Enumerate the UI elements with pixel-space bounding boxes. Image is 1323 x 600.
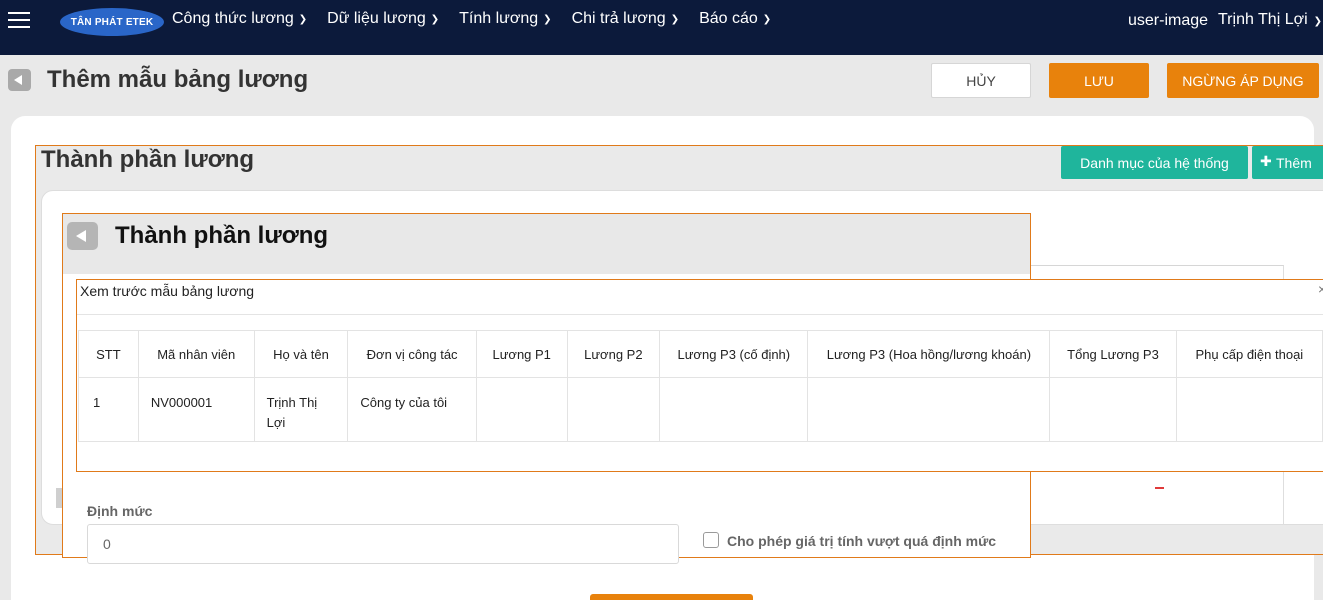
table-cell: [475, 377, 568, 442]
preview-title: Xem trước mẫu bảng lương: [80, 283, 255, 299]
menu-item-cong-thuc-luong[interactable]: Công thức lương ❯: [172, 10, 307, 28]
quota-input[interactable]: [87, 524, 679, 564]
chevron-down-icon: ❯: [762, 14, 772, 25]
column-header: Lương P3 (cố định): [659, 330, 809, 378]
menu-item-chi-tra-luong[interactable]: Chi trả lương ❯: [572, 10, 680, 28]
table-cell: Công ty của tôi: [347, 377, 477, 442]
stop-applying-button[interactable]: NGỪNG ÁP DỤNG: [1167, 63, 1319, 98]
menu-icon[interactable]: [8, 12, 30, 30]
back-icon[interactable]: [8, 69, 31, 91]
divider: [77, 314, 1323, 315]
dialog-title: Thành phần lương: [41, 146, 255, 173]
chevron-down-icon: ❯: [1313, 16, 1323, 27]
table-header-row: STT Mã nhân viên Họ và tên Đơn vị công t…: [78, 330, 1323, 378]
table-row: 1 NV000001 Trịnh Thị Lợi Công ty của tôi: [78, 377, 1323, 442]
chevron-down-icon: ❯: [298, 14, 308, 25]
table-cell: Trịnh Thị Lợi: [253, 377, 349, 442]
table-cell: [659, 377, 809, 442]
column-header: Đơn vị công tác: [347, 330, 477, 378]
preview-table: STT Mã nhân viên Họ và tên Đơn vị công t…: [78, 330, 1323, 442]
column-header: Lương P1: [475, 330, 568, 378]
column-header: Lương P2: [566, 330, 661, 378]
table-cell: [1049, 377, 1177, 442]
main-menu: Công thức lương ❯ Dữ liệu lương ❯ Tính lươ…: [172, 10, 791, 28]
menu-item-bao-cao[interactable]: Báo cáo ❯: [699, 10, 771, 28]
cancel-button[interactable]: HỦY: [931, 63, 1031, 98]
column-header: Tổng Lương P3: [1049, 330, 1177, 378]
table-cell: [807, 377, 1051, 442]
column-header: Mã nhân viên: [137, 330, 255, 378]
table-cell: [1175, 377, 1323, 442]
add-button[interactable]: ✚ Thêm: [1252, 146, 1323, 179]
save-button[interactable]: LƯU: [1049, 63, 1149, 98]
plus-icon: ✚: [1260, 153, 1272, 169]
required-mark: [1155, 487, 1164, 489]
user-menu[interactable]: Trịnh Thị Lợi ❯: [1218, 11, 1322, 29]
column-header: Phụ cấp điện thoại: [1175, 330, 1323, 378]
menu-item-tinh-luong[interactable]: Tính lương ❯: [459, 10, 551, 28]
page-title: Thêm mẫu bảng lương: [47, 66, 309, 93]
quota-label: Định mức: [87, 503, 153, 519]
user-avatar[interactable]: user-image: [1128, 12, 1208, 30]
company-logo[interactable]: TÂN PHÁT ETEK: [60, 8, 164, 36]
subdialog-title: Thành phần lương: [115, 222, 329, 249]
chevron-down-icon: ❯: [430, 14, 440, 25]
allow-exceed-checkbox[interactable]: [703, 532, 719, 548]
close-icon[interactable]: ×: [1318, 281, 1323, 297]
system-catalog-button[interactable]: Danh mục của hệ thống: [1061, 146, 1248, 179]
top-navbar: TÂN PHÁT ETEK Công thức lương ❯ Dữ liệu l…: [0, 0, 1323, 55]
chevron-down-icon: ❯: [543, 14, 552, 25]
menu-item-du-lieu-luong[interactable]: Dữ liệu lương ❯: [327, 10, 439, 28]
table-cell: NV000001: [137, 377, 255, 442]
table-cell: 1: [78, 377, 139, 442]
orange-button-edge[interactable]: [590, 594, 753, 600]
back-icon[interactable]: [67, 222, 98, 250]
table-cell: [566, 377, 661, 442]
column-header: Lương P3 (Hoa hồng/lương khoán): [807, 330, 1051, 378]
column-header: STT: [78, 330, 139, 378]
chevron-down-icon: ❯: [670, 14, 680, 25]
column-header: Họ và tên: [253, 330, 349, 378]
allow-exceed-label: Cho phép giá trị tính vượt quá định mức: [727, 533, 997, 549]
